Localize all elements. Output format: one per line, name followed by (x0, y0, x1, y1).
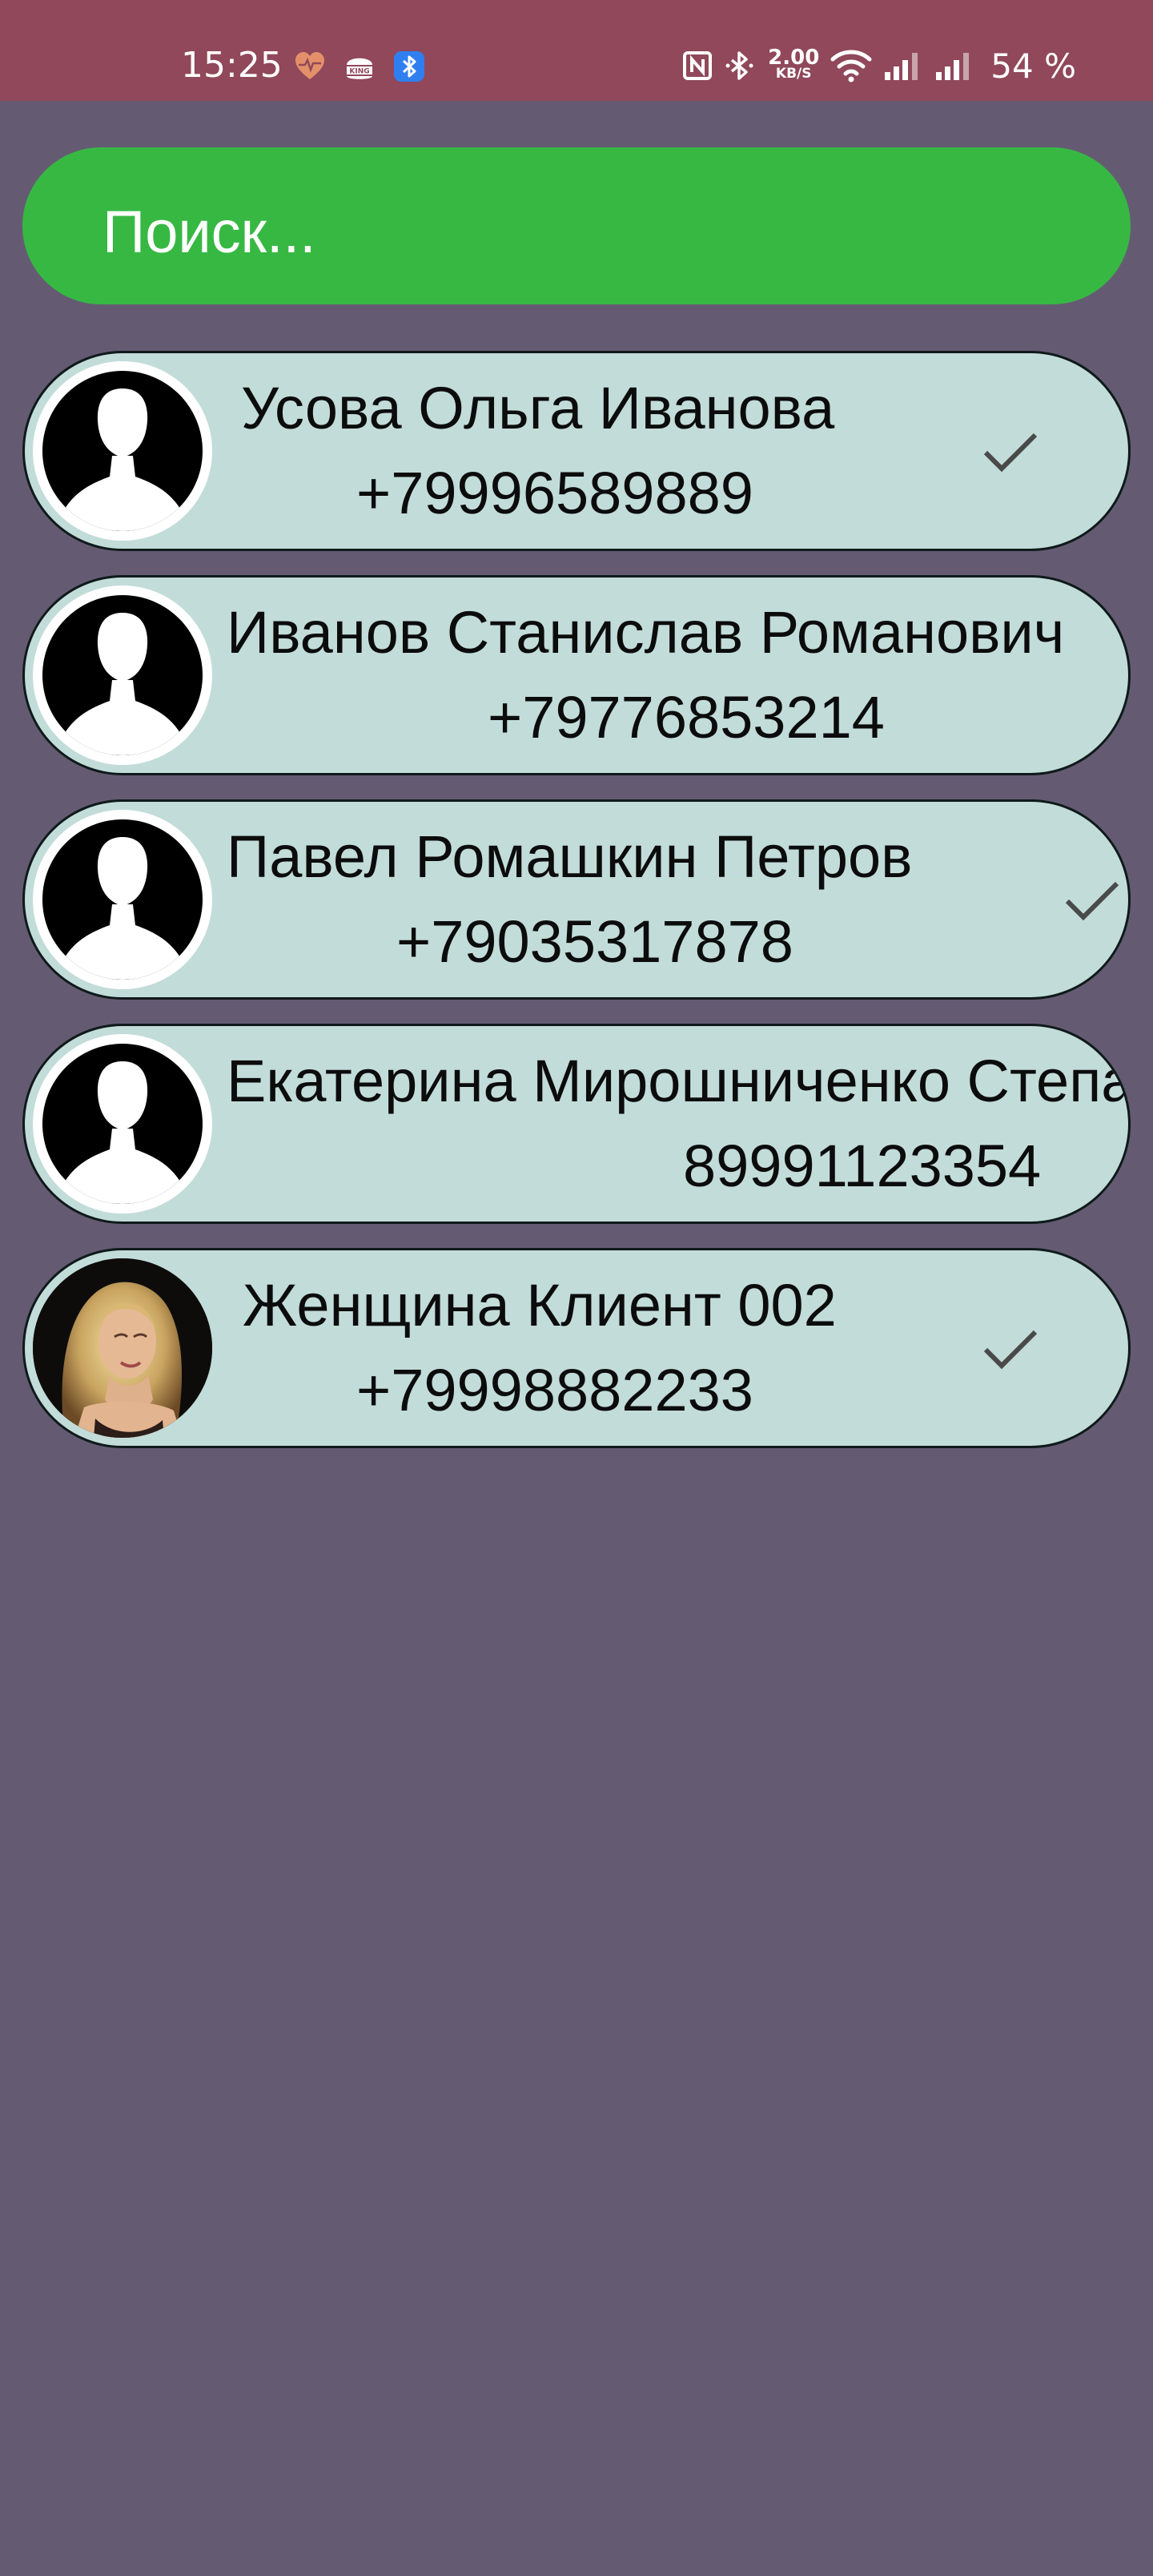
check-icon (1065, 881, 1119, 921)
person-silhouette-icon (65, 1061, 180, 1204)
contact-name: Женщина Клиент 002 (243, 1272, 837, 1338)
contact-phone: +79776853214 (488, 684, 885, 751)
contact-name: Иванов Станислав Романович (227, 599, 1065, 666)
search-input[interactable] (102, 186, 1131, 266)
wifi-icon (830, 50, 872, 83)
battery-level: 54 % (990, 46, 1076, 86)
check-icon (983, 1330, 1038, 1370)
contact-card[interactable]: Женщина Клиент 002 +79998882233 (22, 1248, 1131, 1448)
contact-phone: +79998882233 (356, 1357, 753, 1423)
contact-photo (33, 1258, 212, 1438)
search-bar[interactable] (22, 147, 1131, 304)
svg-text:KING: KING (349, 68, 369, 76)
network-speed-value: 2.00 (768, 46, 820, 70)
contact-card[interactable]: Иванов Станислав Романович +79776853214 (22, 575, 1131, 775)
status-time: 15:25 (181, 45, 283, 86)
contact-avatar (33, 810, 212, 989)
heart-monitor-icon (295, 52, 324, 79)
contact-name: Усова Ольга Иванова (241, 375, 835, 441)
contact-card[interactable]: Усова Ольга Иванова +79996589889 (22, 351, 1131, 551)
person-silhouette-icon (65, 613, 180, 755)
status-bar: 15:25 KING 2.00 KB/S 54 % (0, 0, 1153, 101)
bluetooth-app-icon (394, 51, 424, 82)
person-silhouette-icon (65, 388, 180, 531)
burger-king-icon: KING (347, 58, 372, 79)
contact-avatar (33, 586, 212, 765)
person-silhouette-icon (65, 837, 180, 980)
status-right-group: 2.00 KB/S 54 % (681, 43, 1076, 88)
contact-card[interactable]: Павел Ромашкин Петров +79035317878 (22, 799, 1131, 1000)
check-icon (983, 433, 1038, 473)
nfc-icon (683, 51, 713, 80)
contact-card[interactable]: Екатерина Мирошниченко Степановна 899911… (22, 1024, 1131, 1224)
contact-name: Екатерина Мирошниченко Степановна (227, 1048, 1131, 1114)
contact-phone: +79996589889 (356, 460, 753, 526)
contact-avatar (33, 1034, 212, 1214)
contact-name: Павел Ромашкин Петров (227, 823, 913, 890)
network-speed: 2.00 KB/S (768, 46, 820, 82)
contact-phone: +79035317878 (396, 908, 793, 975)
bluetooth-icon (725, 51, 753, 80)
contact-phone: 89991123354 (683, 1133, 1042, 1199)
signal-icon (885, 53, 918, 80)
contact-photo-image (33, 1258, 212, 1438)
signal-icon (936, 53, 970, 80)
contact-avatar (33, 361, 212, 541)
network-speed-unit: KB/S (775, 66, 812, 82)
